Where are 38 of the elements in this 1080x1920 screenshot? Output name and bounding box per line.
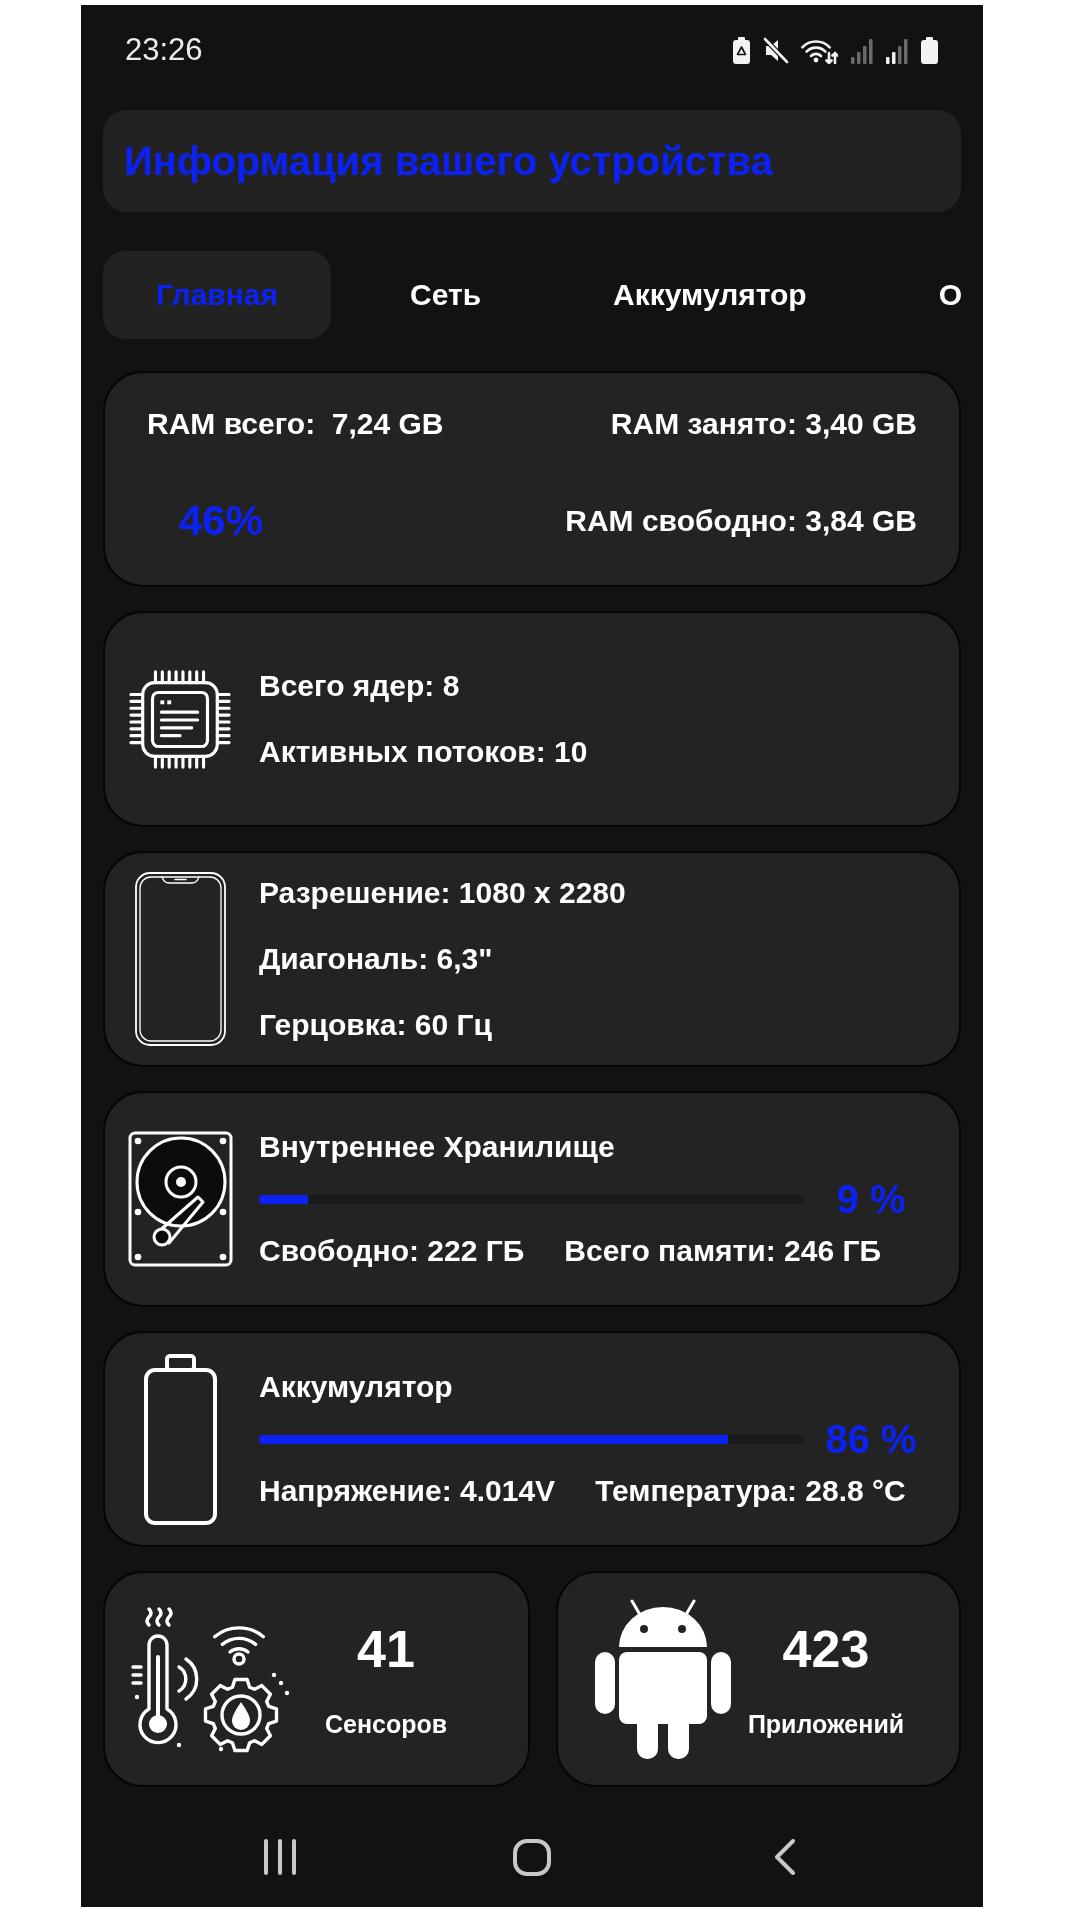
ram-free-text: RAM свободно: 3,84 GB (565, 503, 917, 539)
info-text: Активных потоков: 10 (259, 734, 588, 770)
info-text: Всего ядер: 8 (259, 668, 461, 704)
recents-icon[interactable] (263, 1839, 297, 1875)
signal-icon (885, 36, 908, 64)
info-text: Диагональ: 6,3" (259, 941, 494, 977)
info-text: Свободно: 222 ГБ (259, 1233, 525, 1269)
ram-percent-text: 46% (179, 498, 264, 544)
percent-text: 9 % (835, 1176, 907, 1222)
tab[interactable]: Сеть (357, 251, 535, 339)
info-text: Герцовка: 60 Гц (259, 1007, 493, 1043)
ram-used-text: RAM занято: 3,40 GB (610, 406, 917, 442)
tile-label: Сенсоров (324, 1709, 448, 1739)
count-text: 41 (357, 1619, 415, 1679)
app-title: Информация вашего устройства (124, 138, 773, 185)
status-time: 23:26 (125, 32, 203, 68)
percent-text: 86 % (824, 1416, 918, 1462)
home-icon[interactable] (513, 1839, 551, 1876)
tab[interactable]: Аккумулятор (560, 251, 860, 339)
card-title: Аккумулятор (259, 1369, 454, 1405)
ram-total-text: RAM всего: 7,24 GB (147, 406, 444, 442)
thermometer-wifi-gear-icon (129, 1605, 292, 1753)
info-text: Напряжение: 4.014V (259, 1473, 556, 1509)
signal-icon (850, 36, 873, 64)
info-text: Всего памяти: 246 ГБ (564, 1233, 881, 1269)
back-icon[interactable] (772, 1839, 796, 1875)
card-title: Внутреннее Хранилище (259, 1129, 616, 1165)
mute-icon (763, 36, 789, 64)
count-text: 423 (782, 1619, 870, 1679)
battery-saver-icon (732, 36, 751, 64)
battery-icon (920, 36, 939, 64)
tile-label: Приложений (747, 1709, 905, 1739)
battery-outline-icon (142, 1352, 218, 1526)
robot-icon (595, 1599, 732, 1759)
info-text: Температура: 28.8 °C (595, 1473, 906, 1509)
smartphone-icon (134, 872, 226, 1046)
info-text: Разрешение: 1080 x 2280 (259, 875, 626, 911)
tab[interactable]: О (885, 251, 963, 339)
